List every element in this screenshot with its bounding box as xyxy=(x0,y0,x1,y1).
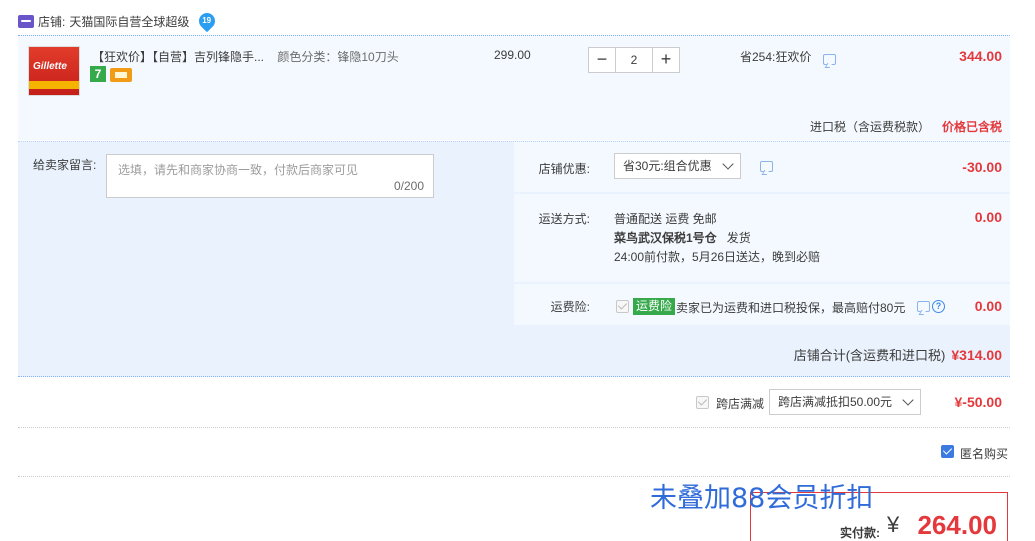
product-title[interactable]: 【狂欢价】【自营】吉列锋隐手... xyxy=(92,50,264,64)
cross-store-amount: ¥-50.00 xyxy=(954,394,1002,410)
shop-level-badge-icon: 19 xyxy=(196,9,219,33)
item-total: 344.00 xyxy=(959,48,1002,64)
shop-discount-row: 店铺优惠: 省30元:组合优惠 -30.00 xyxy=(514,142,1010,192)
insurance-checkbox[interactable] xyxy=(616,300,629,313)
quantity-input[interactable]: 2 xyxy=(616,47,652,73)
help-icon[interactable]: ? xyxy=(932,300,945,313)
promo-info-icon[interactable] xyxy=(823,54,836,65)
product-image-logo: Gillette xyxy=(33,61,67,72)
shop-discount-label: 店铺优惠: xyxy=(538,162,590,176)
seller-message-input[interactable]: 选填，请先和商家协商一致，付款后商家可见 0/200 xyxy=(106,154,434,198)
chevron-down-icon xyxy=(902,394,914,406)
shipping-eta: 24:00前付款，5月26日送达，晚到必赔 xyxy=(614,250,821,264)
shipping-warehouse: 菜鸟武汉保税1号仓 xyxy=(614,231,717,245)
shop-discount-selected: 省30元:组合优惠 xyxy=(623,159,712,173)
shipping-label: 运送方式: xyxy=(538,212,590,226)
discount-info-icon[interactable] xyxy=(760,161,773,172)
credit-card-icon xyxy=(110,68,132,82)
anonymous-label[interactable]: 匿名购买 xyxy=(960,445,1008,462)
shop-total-amount: ¥314.00 xyxy=(951,347,1002,363)
payment-amount: 264.00 xyxy=(917,510,997,540)
product-image[interactable]: Gillette xyxy=(28,46,80,96)
product-image-band xyxy=(29,81,79,89)
quantity-increase-button[interactable]: + xyxy=(652,47,680,73)
quantity-decrease-button[interactable]: − xyxy=(588,47,616,73)
shipping-amount: 0.00 xyxy=(974,209,1002,225)
cross-store-select[interactable]: 跨店满减抵扣50.00元 xyxy=(769,389,922,415)
shop-label: 店铺: xyxy=(38,14,66,29)
unit-price: 299.00 xyxy=(494,48,531,62)
import-tax-label: 进口税（含运费税款） xyxy=(809,120,930,134)
quantity-stepper: − 2 + xyxy=(588,47,680,73)
anonymous-checkbox[interactable] xyxy=(941,445,954,458)
payment-label: 实付款: xyxy=(840,526,880,540)
overlay-annotation: 未叠加88会员折扣 xyxy=(650,483,874,514)
insurance-label: 运费险: xyxy=(550,300,590,314)
insurance-text: 卖家已为运费和进口税投保，最高赔付80元 xyxy=(676,301,906,315)
anonymous-purchase-row: 匿名购买 xyxy=(18,429,1010,477)
shop-icon xyxy=(18,14,34,28)
shop-header: 店铺: 天猫国际自营全球超级 19 xyxy=(18,9,219,33)
promo-savings-text: 省254:狂欢价 xyxy=(740,50,812,64)
promo-savings: 省254:狂欢价 xyxy=(740,48,811,65)
shipping-dispatch: 发货 xyxy=(726,231,751,245)
product-sku: 颜色分类：锋隐10刀头 xyxy=(277,50,399,64)
insurance-info-icon[interactable] xyxy=(917,301,930,312)
shop-total: 店铺合计(含运费和进口税) ¥314.00 xyxy=(794,345,1002,364)
payment-currency: ¥ xyxy=(887,512,900,537)
shop-discount-amount: -30.00 xyxy=(962,159,1002,175)
cross-store-checkbox[interactable] xyxy=(696,396,709,409)
import-tax-line: 进口税（含运费税款） 价格已含税 xyxy=(810,118,1002,135)
shop-discount-select[interactable]: 省30元:组合优惠 xyxy=(614,153,741,179)
import-tax-status: 价格已含税 xyxy=(941,120,1002,134)
order-options-panel: 店铺优惠: 省30元:组合优惠 -30.00 运送方式: 普通配送 运费 免邮 … xyxy=(514,142,1010,325)
shop-name[interactable]: 天猫国际自营全球超级 xyxy=(69,13,189,30)
shop-total-label: 店铺合计(含运费和进口税) xyxy=(793,348,946,363)
shop-badge-text: 19 xyxy=(202,16,212,26)
seller-message-placeholder: 选填，请先和商家协商一致，付款后商家可见 xyxy=(118,163,359,177)
seller-message-label: 给卖家留言: xyxy=(33,158,97,172)
insurance-badge: 运费险 xyxy=(633,298,676,315)
seven-day-return-icon: 7 xyxy=(90,66,106,82)
chevron-down-icon xyxy=(722,158,734,170)
shipping-row: 运送方式: 普通配送 运费 免邮 菜鸟武汉保税1号仓 发货 24:00前付款，5… xyxy=(514,194,1010,282)
insurance-row: 运费险: 运费险 卖家已为运费和进口税投保，最高赔付80元 ? 0.00 xyxy=(514,284,1010,325)
insurance-amount: 0.00 xyxy=(974,298,1002,314)
cross-store-selected: 跨店满减抵扣50.00元 xyxy=(778,395,893,409)
product-title-row: 【狂欢价】【自营】吉列锋隐手... 颜色分类：锋隐10刀头 xyxy=(92,48,422,65)
seller-message-count: 0/200 xyxy=(393,179,424,193)
cross-store-discount-row: 跨店满减 跨店满减抵扣50.00元 ¥-50.00 xyxy=(18,378,1010,428)
cross-store-label: 跨店满减 xyxy=(716,397,765,411)
shipping-details: 普通配送 运费 免邮 菜鸟武汉保税1号仓 发货 24:00前付款，5月26日送达… xyxy=(614,210,820,267)
order-options: 给卖家留言: 选填，请先和商家协商一致，付款后商家可见 0/200 店铺优惠: … xyxy=(18,141,1010,377)
shipping-method: 普通配送 运费 免邮 xyxy=(614,212,717,226)
order-item: Gillette 【狂欢价】【自营】吉列锋隐手... 颜色分类：锋隐10刀头 7… xyxy=(18,35,1010,140)
shipping-warehouse-line: 菜鸟武汉保税1号仓 发货 xyxy=(614,229,820,248)
